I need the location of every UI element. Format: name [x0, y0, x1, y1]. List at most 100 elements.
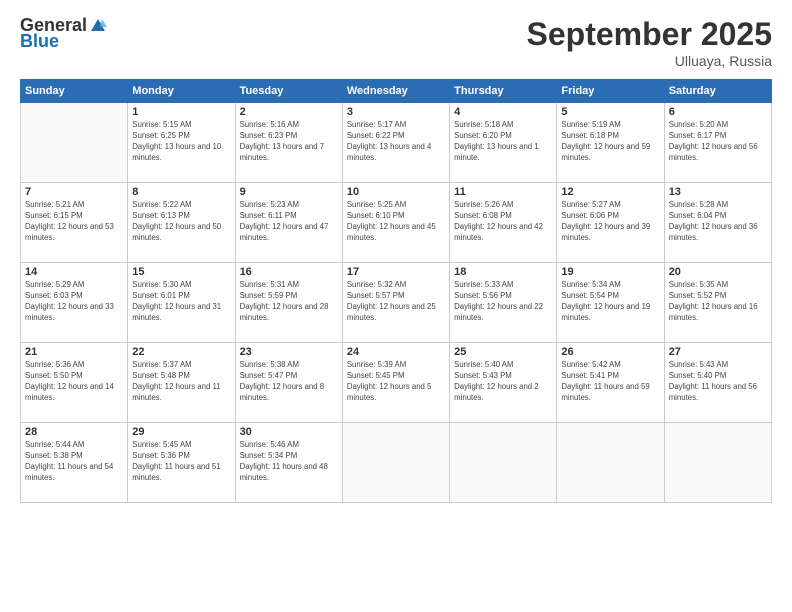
- day-number: 14: [25, 266, 123, 278]
- day-info: Sunrise: 5:19 AMSunset: 6:18 PMDaylight:…: [561, 120, 659, 164]
- table-row: 11 Sunrise: 5:26 AMSunset: 6:08 PMDaylig…: [450, 183, 557, 263]
- header-friday: Friday: [557, 80, 664, 103]
- table-row: 10 Sunrise: 5:25 AMSunset: 6:10 PMDaylig…: [342, 183, 449, 263]
- header-tuesday: Tuesday: [235, 80, 342, 103]
- day-number: 17: [347, 266, 445, 278]
- table-row: 16 Sunrise: 5:31 AMSunset: 5:59 PMDaylig…: [235, 263, 342, 343]
- header-thursday: Thursday: [450, 80, 557, 103]
- header: General Blue September 2025 Ulluaya, Rus…: [20, 16, 772, 69]
- table-row: 14 Sunrise: 5:29 AMSunset: 6:03 PMDaylig…: [21, 263, 128, 343]
- day-info: Sunrise: 5:26 AMSunset: 6:08 PMDaylight:…: [454, 200, 552, 244]
- day-number: 23: [240, 346, 338, 358]
- day-number: 21: [25, 346, 123, 358]
- table-row: 24 Sunrise: 5:39 AMSunset: 5:45 PMDaylig…: [342, 343, 449, 423]
- day-info: Sunrise: 5:21 AMSunset: 6:15 PMDaylight:…: [25, 200, 123, 244]
- table-row: 2 Sunrise: 5:16 AMSunset: 6:23 PMDayligh…: [235, 103, 342, 183]
- table-row: 18 Sunrise: 5:33 AMSunset: 5:56 PMDaylig…: [450, 263, 557, 343]
- table-row: 19 Sunrise: 5:34 AMSunset: 5:54 PMDaylig…: [557, 263, 664, 343]
- day-info: Sunrise: 5:15 AMSunset: 6:25 PMDaylight:…: [132, 120, 230, 164]
- day-info: Sunrise: 5:44 AMSunset: 5:38 PMDaylight:…: [25, 440, 123, 484]
- day-info: Sunrise: 5:23 AMSunset: 6:11 PMDaylight:…: [240, 200, 338, 244]
- day-number: 2: [240, 106, 338, 118]
- header-saturday: Saturday: [664, 80, 771, 103]
- day-number: 13: [669, 186, 767, 198]
- day-number: 8: [132, 186, 230, 198]
- day-number: 28: [25, 426, 123, 438]
- header-monday: Monday: [128, 80, 235, 103]
- day-number: 24: [347, 346, 445, 358]
- day-number: 1: [132, 106, 230, 118]
- table-row: 21 Sunrise: 5:36 AMSunset: 5:50 PMDaylig…: [21, 343, 128, 423]
- table-row: 23 Sunrise: 5:38 AMSunset: 5:47 PMDaylig…: [235, 343, 342, 423]
- table-row: [342, 423, 449, 503]
- day-number: 4: [454, 106, 552, 118]
- table-row: 6 Sunrise: 5:20 AMSunset: 6:17 PMDayligh…: [664, 103, 771, 183]
- table-row: 27 Sunrise: 5:43 AMSunset: 5:40 PMDaylig…: [664, 343, 771, 423]
- table-row: [450, 423, 557, 503]
- day-info: Sunrise: 5:45 AMSunset: 5:36 PMDaylight:…: [132, 440, 230, 484]
- calendar-week-row: 14 Sunrise: 5:29 AMSunset: 6:03 PMDaylig…: [21, 263, 772, 343]
- calendar-table: Sunday Monday Tuesday Wednesday Thursday…: [20, 79, 772, 503]
- day-info: Sunrise: 5:30 AMSunset: 6:01 PMDaylight:…: [132, 280, 230, 324]
- table-row: 1 Sunrise: 5:15 AMSunset: 6:25 PMDayligh…: [128, 103, 235, 183]
- day-info: Sunrise: 5:36 AMSunset: 5:50 PMDaylight:…: [25, 360, 123, 404]
- day-info: Sunrise: 5:25 AMSunset: 6:10 PMDaylight:…: [347, 200, 445, 244]
- header-sunday: Sunday: [21, 80, 128, 103]
- calendar-week-row: 1 Sunrise: 5:15 AMSunset: 6:25 PMDayligh…: [21, 103, 772, 183]
- weekday-header-row: Sunday Monday Tuesday Wednesday Thursday…: [21, 80, 772, 103]
- table-row: 12 Sunrise: 5:27 AMSunset: 6:06 PMDaylig…: [557, 183, 664, 263]
- day-number: 12: [561, 186, 659, 198]
- table-row: 30 Sunrise: 5:46 AMSunset: 5:34 PMDaylig…: [235, 423, 342, 503]
- table-row: 29 Sunrise: 5:45 AMSunset: 5:36 PMDaylig…: [128, 423, 235, 503]
- day-info: Sunrise: 5:31 AMSunset: 5:59 PMDaylight:…: [240, 280, 338, 324]
- table-row: 7 Sunrise: 5:21 AMSunset: 6:15 PMDayligh…: [21, 183, 128, 263]
- calendar-week-row: 21 Sunrise: 5:36 AMSunset: 5:50 PMDaylig…: [21, 343, 772, 423]
- day-info: Sunrise: 5:39 AMSunset: 5:45 PMDaylight:…: [347, 360, 445, 404]
- day-number: 29: [132, 426, 230, 438]
- day-info: Sunrise: 5:27 AMSunset: 6:06 PMDaylight:…: [561, 200, 659, 244]
- day-info: Sunrise: 5:40 AMSunset: 5:43 PMDaylight:…: [454, 360, 552, 404]
- table-row: 17 Sunrise: 5:32 AMSunset: 5:57 PMDaylig…: [342, 263, 449, 343]
- day-number: 25: [454, 346, 552, 358]
- day-number: 10: [347, 186, 445, 198]
- day-info: Sunrise: 5:38 AMSunset: 5:47 PMDaylight:…: [240, 360, 338, 404]
- month-title: September 2025: [527, 16, 772, 53]
- table-row: 4 Sunrise: 5:18 AMSunset: 6:20 PMDayligh…: [450, 103, 557, 183]
- day-info: Sunrise: 5:17 AMSunset: 6:22 PMDaylight:…: [347, 120, 445, 164]
- day-number: 18: [454, 266, 552, 278]
- day-number: 9: [240, 186, 338, 198]
- header-wednesday: Wednesday: [342, 80, 449, 103]
- day-info: Sunrise: 5:18 AMSunset: 6:20 PMDaylight:…: [454, 120, 552, 164]
- title-block: September 2025 Ulluaya, Russia: [527, 16, 772, 69]
- table-row: 3 Sunrise: 5:17 AMSunset: 6:22 PMDayligh…: [342, 103, 449, 183]
- day-info: Sunrise: 5:28 AMSunset: 6:04 PMDaylight:…: [669, 200, 767, 244]
- day-number: 27: [669, 346, 767, 358]
- table-row: 26 Sunrise: 5:42 AMSunset: 5:41 PMDaylig…: [557, 343, 664, 423]
- table-row: 15 Sunrise: 5:30 AMSunset: 6:01 PMDaylig…: [128, 263, 235, 343]
- table-row: [664, 423, 771, 503]
- day-info: Sunrise: 5:22 AMSunset: 6:13 PMDaylight:…: [132, 200, 230, 244]
- table-row: 9 Sunrise: 5:23 AMSunset: 6:11 PMDayligh…: [235, 183, 342, 263]
- day-number: 19: [561, 266, 659, 278]
- day-number: 26: [561, 346, 659, 358]
- table-row: 5 Sunrise: 5:19 AMSunset: 6:18 PMDayligh…: [557, 103, 664, 183]
- logo: General Blue: [20, 16, 107, 52]
- calendar-week-row: 7 Sunrise: 5:21 AMSunset: 6:15 PMDayligh…: [21, 183, 772, 263]
- calendar-page: General Blue September 2025 Ulluaya, Rus…: [0, 0, 792, 612]
- table-row: 13 Sunrise: 5:28 AMSunset: 6:04 PMDaylig…: [664, 183, 771, 263]
- day-number: 15: [132, 266, 230, 278]
- day-number: 20: [669, 266, 767, 278]
- day-info: Sunrise: 5:20 AMSunset: 6:17 PMDaylight:…: [669, 120, 767, 164]
- day-info: Sunrise: 5:35 AMSunset: 5:52 PMDaylight:…: [669, 280, 767, 324]
- day-info: Sunrise: 5:42 AMSunset: 5:41 PMDaylight:…: [561, 360, 659, 404]
- day-info: Sunrise: 5:43 AMSunset: 5:40 PMDaylight:…: [669, 360, 767, 404]
- logo-blue-text: Blue: [20, 32, 107, 52]
- day-number: 22: [132, 346, 230, 358]
- table-row: [21, 103, 128, 183]
- day-info: Sunrise: 5:46 AMSunset: 5:34 PMDaylight:…: [240, 440, 338, 484]
- table-row: 8 Sunrise: 5:22 AMSunset: 6:13 PMDayligh…: [128, 183, 235, 263]
- day-info: Sunrise: 5:32 AMSunset: 5:57 PMDaylight:…: [347, 280, 445, 324]
- day-number: 7: [25, 186, 123, 198]
- table-row: 28 Sunrise: 5:44 AMSunset: 5:38 PMDaylig…: [21, 423, 128, 503]
- day-number: 16: [240, 266, 338, 278]
